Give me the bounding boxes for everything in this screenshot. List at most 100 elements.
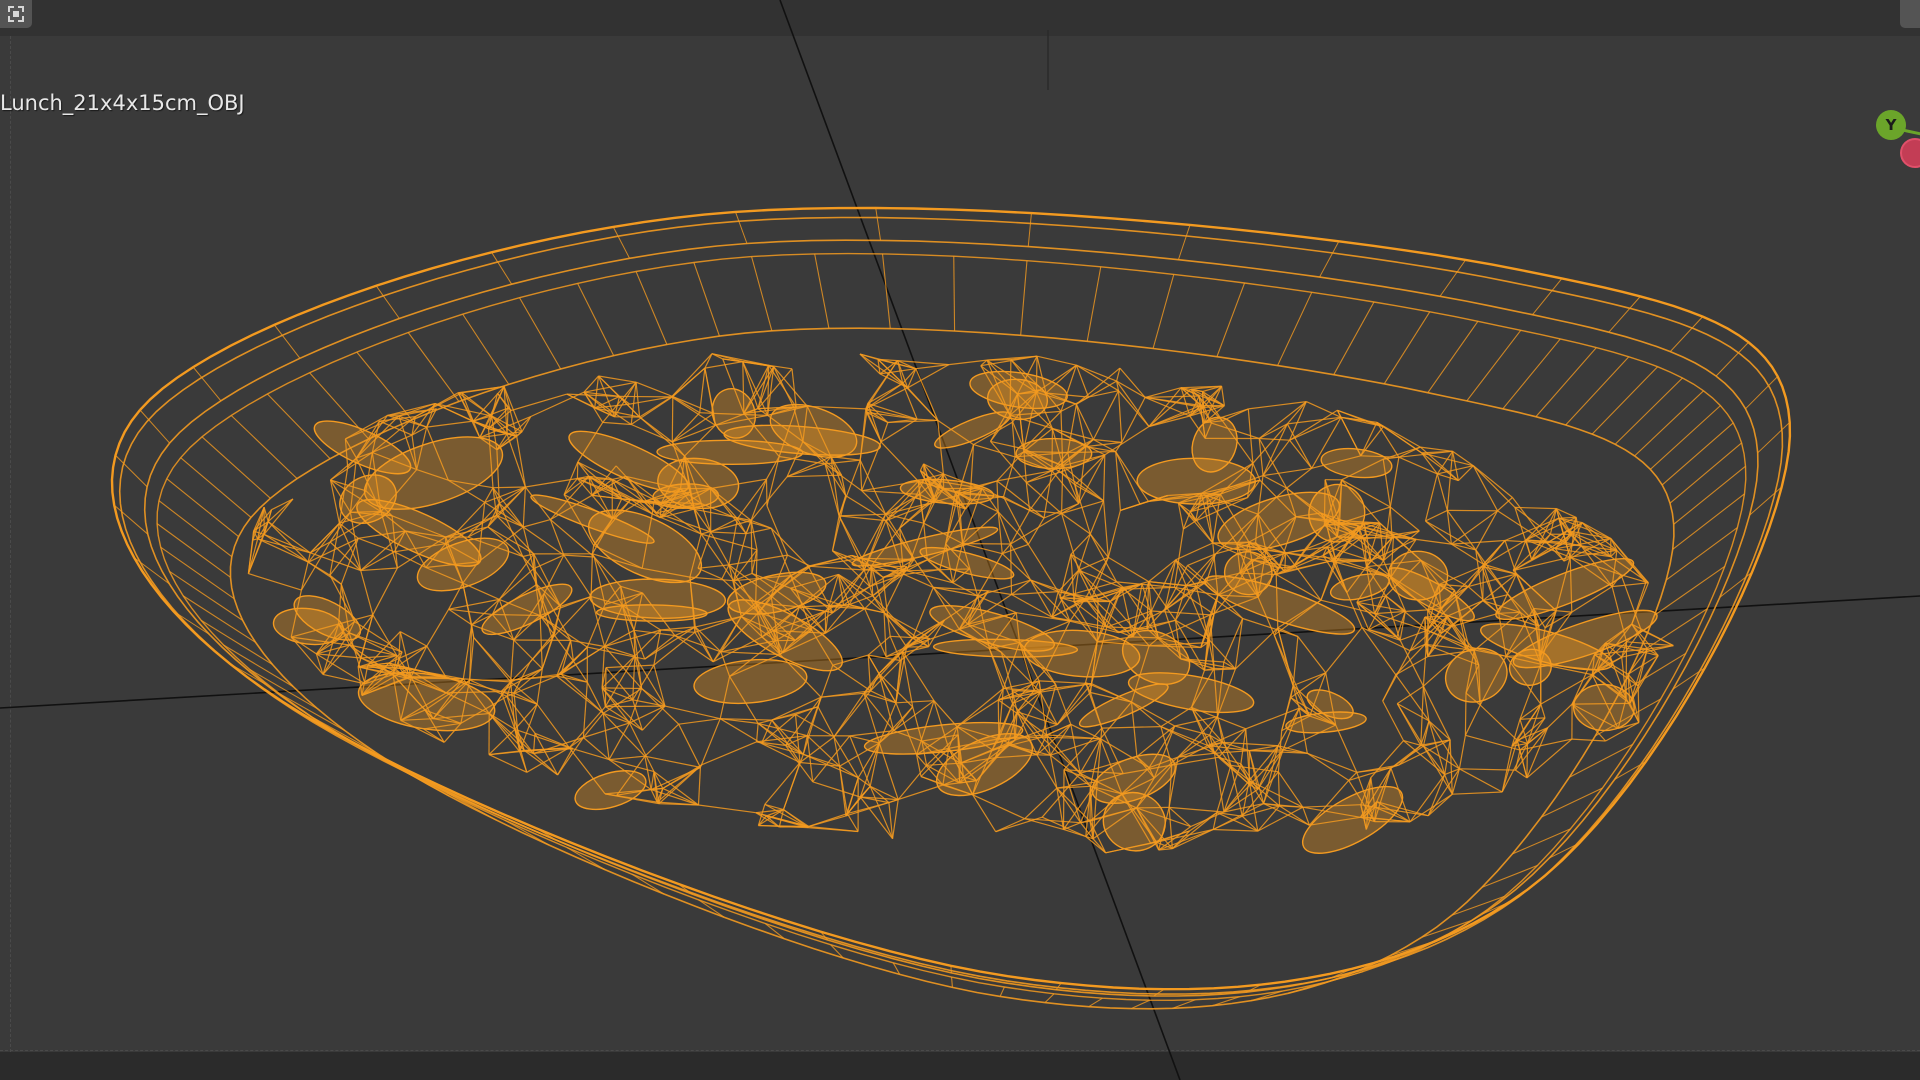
food-mesh-edge xyxy=(1526,738,1573,779)
tray-wall-edge xyxy=(158,500,233,558)
tray-wall-edge xyxy=(1044,993,1055,1004)
food-mesh-edge xyxy=(1036,355,1077,366)
tray-wall-edge xyxy=(751,256,773,331)
food-mesh-edge xyxy=(263,533,311,554)
food-mesh-edge xyxy=(831,515,840,551)
food-mesh-edge xyxy=(664,705,721,720)
food-mesh-edge xyxy=(511,393,568,412)
food-mesh-edge xyxy=(1024,787,1058,820)
tray-wall-edge xyxy=(999,986,1005,997)
food-mesh-edge xyxy=(699,718,721,768)
food-mesh-edge xyxy=(1168,806,1192,828)
food-mesh-edge xyxy=(1257,745,1279,790)
tray-rim-edge xyxy=(1715,341,1749,377)
food-mesh-edge xyxy=(1277,771,1304,808)
tray-rim-edge xyxy=(1319,241,1340,278)
food-mesh-edge xyxy=(697,767,701,806)
food-mesh-edge xyxy=(1382,650,1411,702)
menu-button[interactable] xyxy=(1900,0,1920,28)
food-surface-patch xyxy=(1387,550,1449,601)
tray-wall-edge xyxy=(1383,311,1431,385)
gizmo-x-axis[interactable] xyxy=(1900,138,1920,168)
food-mesh-edge xyxy=(604,667,607,707)
food-mesh-edge xyxy=(867,635,891,656)
select-box-button[interactable] xyxy=(0,0,32,28)
food-mesh-edge xyxy=(1010,543,1013,595)
tray-wall-edge xyxy=(407,332,460,402)
food-mesh-edge xyxy=(329,574,342,585)
food-mesh-edge xyxy=(697,567,723,580)
food-mesh-edge xyxy=(1424,615,1448,618)
tray-wall-edge xyxy=(1357,956,1402,972)
food-mesh-edge xyxy=(1637,655,1659,687)
food-mesh-edge xyxy=(1556,610,1572,613)
food-mesh-edge xyxy=(1428,720,1446,775)
tray-wall-edge xyxy=(881,253,891,329)
food-mesh-edge xyxy=(426,420,474,428)
food-mesh-edge xyxy=(764,803,809,829)
tray-wall-edge xyxy=(180,457,252,518)
food-mesh-edge xyxy=(1277,627,1294,686)
tray-wall-edge xyxy=(166,478,239,538)
food-mesh-edge xyxy=(1425,520,1477,551)
food-mesh-edge xyxy=(1472,465,1513,498)
tray-wall-edge xyxy=(182,595,256,643)
food-mesh-edge xyxy=(516,436,526,488)
food-mesh-edge xyxy=(672,396,701,414)
food-mesh-edge xyxy=(510,639,515,682)
food-mesh-edge xyxy=(1361,627,1397,676)
tray-rim-edge xyxy=(1608,296,1641,333)
food-mesh-edge xyxy=(487,503,500,528)
food-surface-patch xyxy=(693,658,808,705)
tray-wall-edge xyxy=(693,262,721,337)
wireframe-mesh[interactable] xyxy=(110,206,1792,1010)
food-mesh-edge xyxy=(830,456,840,516)
food-mesh-edge xyxy=(1103,454,1106,501)
wireframe-scene[interactable] xyxy=(0,0,1920,1080)
food-mesh-edge xyxy=(1043,470,1053,519)
food-mesh-edge xyxy=(1297,636,1327,674)
food-mesh-edge xyxy=(1189,812,1218,832)
food-mesh-edge xyxy=(1284,554,1324,572)
food-mesh-edge xyxy=(1436,473,1448,511)
food-mesh-edge xyxy=(563,554,595,558)
food-mesh-edge xyxy=(885,501,935,515)
food-mesh-edge xyxy=(602,421,632,426)
food-mesh-edge xyxy=(1061,513,1080,571)
food-mesh-edge xyxy=(888,784,944,804)
food-mesh-edge xyxy=(847,802,890,815)
food-mesh-edge xyxy=(1075,404,1087,447)
food-mesh-edge xyxy=(467,526,489,538)
food-mesh-edge xyxy=(322,673,366,685)
food-mesh-edge xyxy=(604,629,635,648)
food-mesh-edge xyxy=(1497,497,1513,512)
food-mesh-edge xyxy=(678,723,701,768)
food-mesh-edge xyxy=(808,827,859,833)
food-mesh-edge xyxy=(794,714,801,763)
food-mesh-edge xyxy=(1482,540,1506,565)
tray-wall-edge xyxy=(1661,422,1734,486)
tray-rim-edge xyxy=(113,504,149,535)
food-mesh-edge xyxy=(650,771,655,790)
gizmo-y-axis[interactable]: Y xyxy=(1876,110,1906,140)
tray-rim-edge xyxy=(1439,259,1467,297)
navigation-gizmo[interactable]: Y xyxy=(1860,100,1920,180)
food-mesh-edge xyxy=(1292,636,1299,686)
food-surface-patch xyxy=(656,439,804,466)
food-mesh-edge xyxy=(1451,510,1498,545)
food-mesh-edge xyxy=(1075,364,1090,398)
food-mesh-edge xyxy=(1451,768,1460,795)
food-mesh-edge xyxy=(400,631,428,647)
food-mesh-edge xyxy=(609,755,645,761)
tray-wall-edge xyxy=(1541,787,1603,818)
tray-rim-edge xyxy=(491,252,513,285)
tray-wall-edge xyxy=(1634,390,1704,457)
food-mesh-edge xyxy=(786,463,826,478)
food-mesh-edge xyxy=(1062,465,1080,504)
food-mesh-edge xyxy=(557,748,574,776)
3d-viewport[interactable]: Lunch_21x4x15cm_OBJ Y xyxy=(0,0,1920,1080)
food-mesh-edge xyxy=(1144,387,1182,398)
tray-rim-edge xyxy=(875,207,882,241)
food-mesh-edge xyxy=(1213,828,1258,832)
food-mesh-edge xyxy=(892,799,899,839)
